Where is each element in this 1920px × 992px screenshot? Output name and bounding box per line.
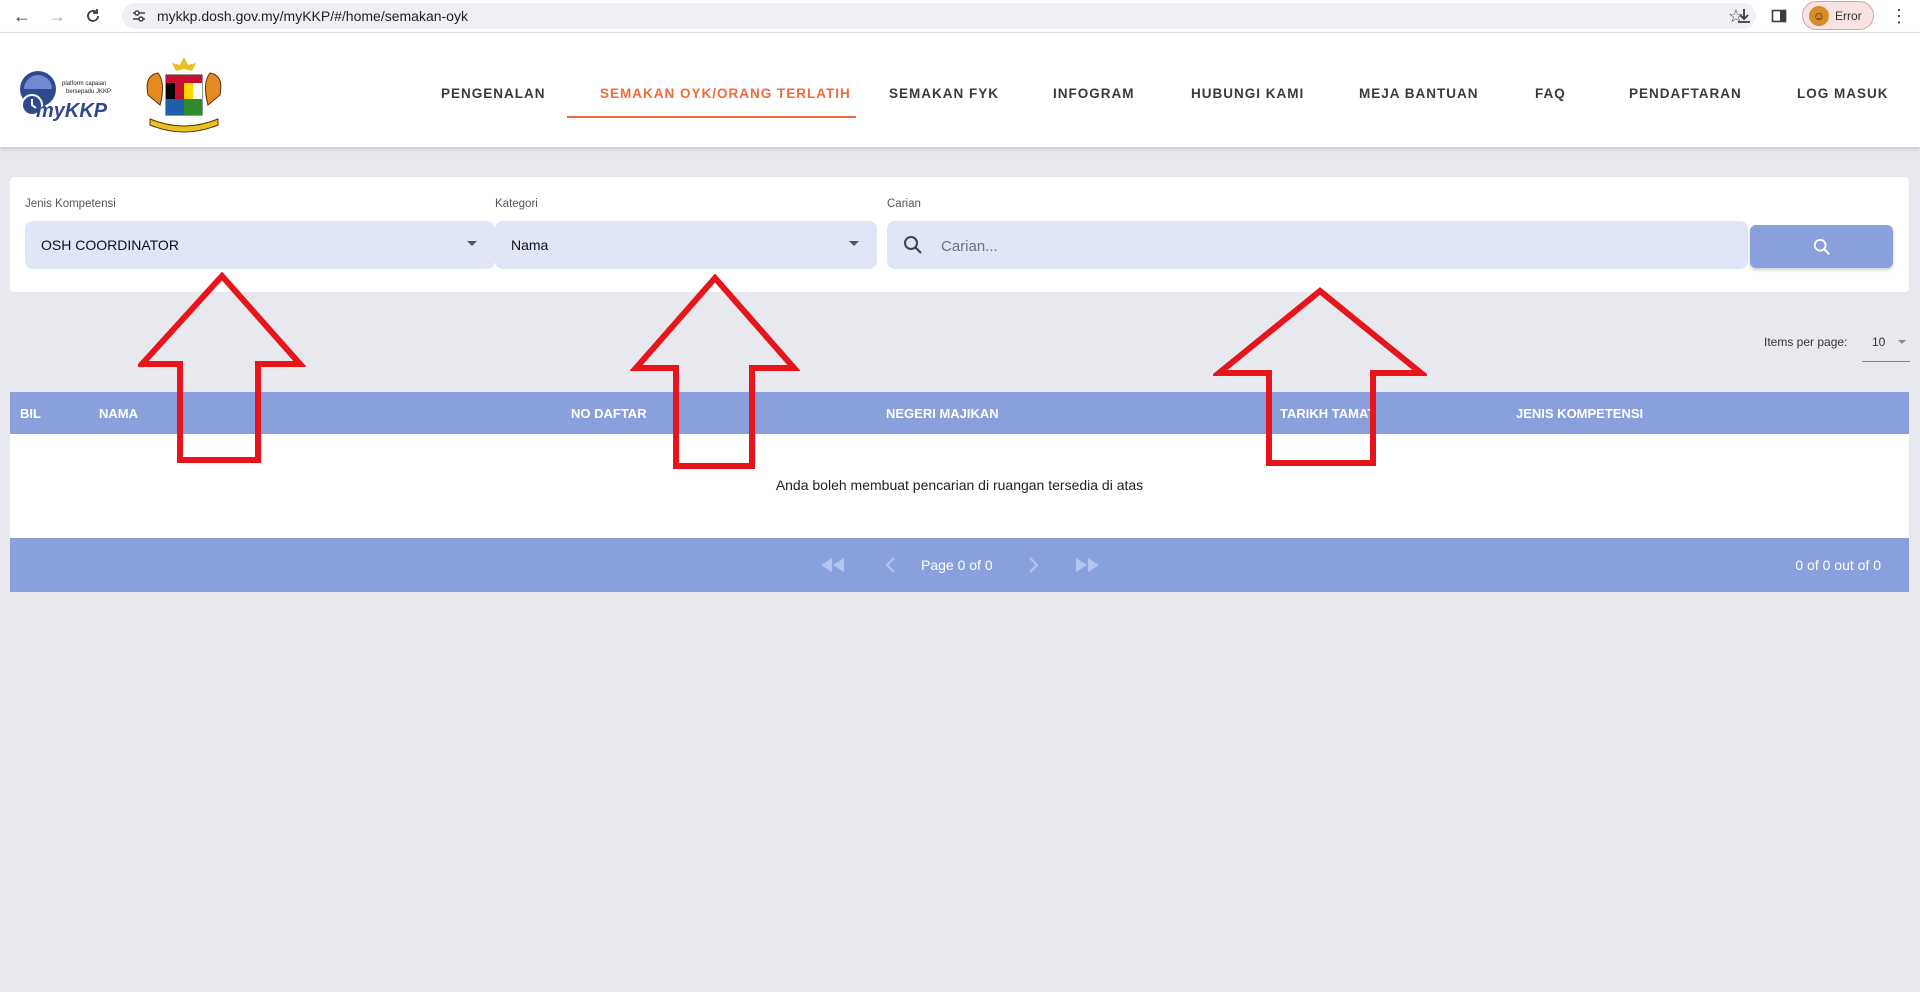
malaysia-coat-of-arms-logo: [146, 57, 222, 133]
active-tab-underline: [567, 116, 856, 118]
column-negeri-majikan[interactable]: NEGERI MAJIKAN: [886, 406, 999, 421]
annotation-arrow-up-icon: [630, 274, 800, 469]
nav-semakan-oyk[interactable]: SEMAKAN OYK/ORANG TERLATIH: [600, 86, 851, 101]
empty-state-message: Anda boleh membuat pencarian di ruangan …: [775, 477, 1144, 493]
nav-log-masuk[interactable]: LOG MASUK: [1797, 86, 1889, 101]
pagination-bar: Page 0 of 0 0 of 0 out of 0: [10, 538, 1909, 592]
column-jenis-kompetensi[interactable]: JENIS KOMPETENSI: [1516, 406, 1643, 421]
dropdown-caret-icon: [849, 241, 859, 246]
search-icon: [1813, 238, 1830, 255]
side-panel-icon[interactable]: [1768, 5, 1790, 27]
back-icon[interactable]: ←: [10, 4, 34, 28]
items-per-page-value: 10: [1872, 335, 1886, 349]
search-icon: [904, 236, 922, 254]
column-bil[interactable]: BIL: [20, 406, 41, 421]
dropdown-caret-icon: [467, 241, 477, 246]
search-button[interactable]: [1750, 225, 1893, 268]
nav-hubungi-kami[interactable]: HUBUNGI KAMI: [1191, 86, 1304, 101]
nav-semakan-fyk[interactable]: SEMAKAN FYK: [889, 86, 999, 101]
browser-toolbar: ← → mykkp.dosh.gov.my/myKKP/#/home/semak…: [0, 0, 1920, 33]
next-page-icon[interactable]: [1026, 554, 1042, 576]
site-header: platform capaian bersepadu JKKP myKKP PE…: [0, 33, 1920, 147]
items-per-page-select[interactable]: 10: [1862, 327, 1910, 362]
page-indicator: Page 0 of 0: [921, 557, 993, 573]
svg-text:myKKP: myKKP: [36, 100, 108, 122]
nav-pendaftaran[interactable]: PENDAFTARAN: [1629, 86, 1742, 101]
nav-pengenalan[interactable]: PENGENALAN: [441, 86, 546, 101]
nav-infogram[interactable]: INFOGRAM: [1053, 86, 1135, 101]
carian-field[interactable]: [887, 221, 1748, 269]
profile-chip[interactable]: ☺ Error: [1802, 1, 1874, 30]
profile-chip-label: Error: [1835, 8, 1862, 23]
first-page-icon[interactable]: [818, 554, 846, 576]
last-page-icon[interactable]: [1074, 554, 1102, 576]
carian-label: Carian: [887, 198, 921, 210]
site-settings-icon[interactable]: [130, 7, 148, 25]
record-count: 0 of 0 out of 0: [1795, 557, 1881, 573]
svg-text:platform capaian: platform capaian: [62, 81, 106, 87]
address-bar[interactable]: mykkp.dosh.gov.my/myKKP/#/home/semakan-o…: [122, 3, 1756, 29]
reload-icon[interactable]: [81, 4, 105, 28]
forward-icon[interactable]: →: [45, 4, 69, 28]
jenis-kompetensi-label: Jenis Kompetensi: [25, 198, 116, 210]
annotation-arrow-up-icon: [138, 272, 306, 463]
nav-faq[interactable]: FAQ: [1535, 86, 1566, 101]
avatar: ☺: [1809, 5, 1829, 26]
jenis-kompetensi-value: OSH COORDINATOR: [41, 237, 179, 253]
nav-meja-bantuan[interactable]: MEJA BANTUAN: [1359, 86, 1479, 101]
menu-kebab-icon[interactable]: ⋮: [1888, 5, 1910, 27]
previous-page-icon[interactable]: [882, 554, 898, 576]
kategori-select[interactable]: Nama: [495, 221, 877, 269]
items-per-page-label: Items per page:: [1764, 335, 1848, 349]
download-icon[interactable]: [1733, 5, 1755, 27]
annotation-arrow-up-icon: [1213, 287, 1427, 466]
svg-text:bersepadu JKKP: bersepadu JKKP: [66, 89, 111, 95]
url-text[interactable]: mykkp.dosh.gov.my/myKKP/#/home/semakan-o…: [157, 8, 468, 24]
kategori-value: Nama: [511, 237, 549, 253]
carian-input[interactable]: [939, 233, 1723, 259]
jenis-kompetensi-select[interactable]: OSH COORDINATOR: [25, 221, 495, 269]
mykkp-logo[interactable]: platform capaian bersepadu JKKP myKKP: [18, 65, 124, 127]
kategori-label: Kategori: [495, 198, 538, 210]
dropdown-caret-icon: [1898, 340, 1906, 344]
column-nama[interactable]: NAMA: [99, 406, 138, 421]
